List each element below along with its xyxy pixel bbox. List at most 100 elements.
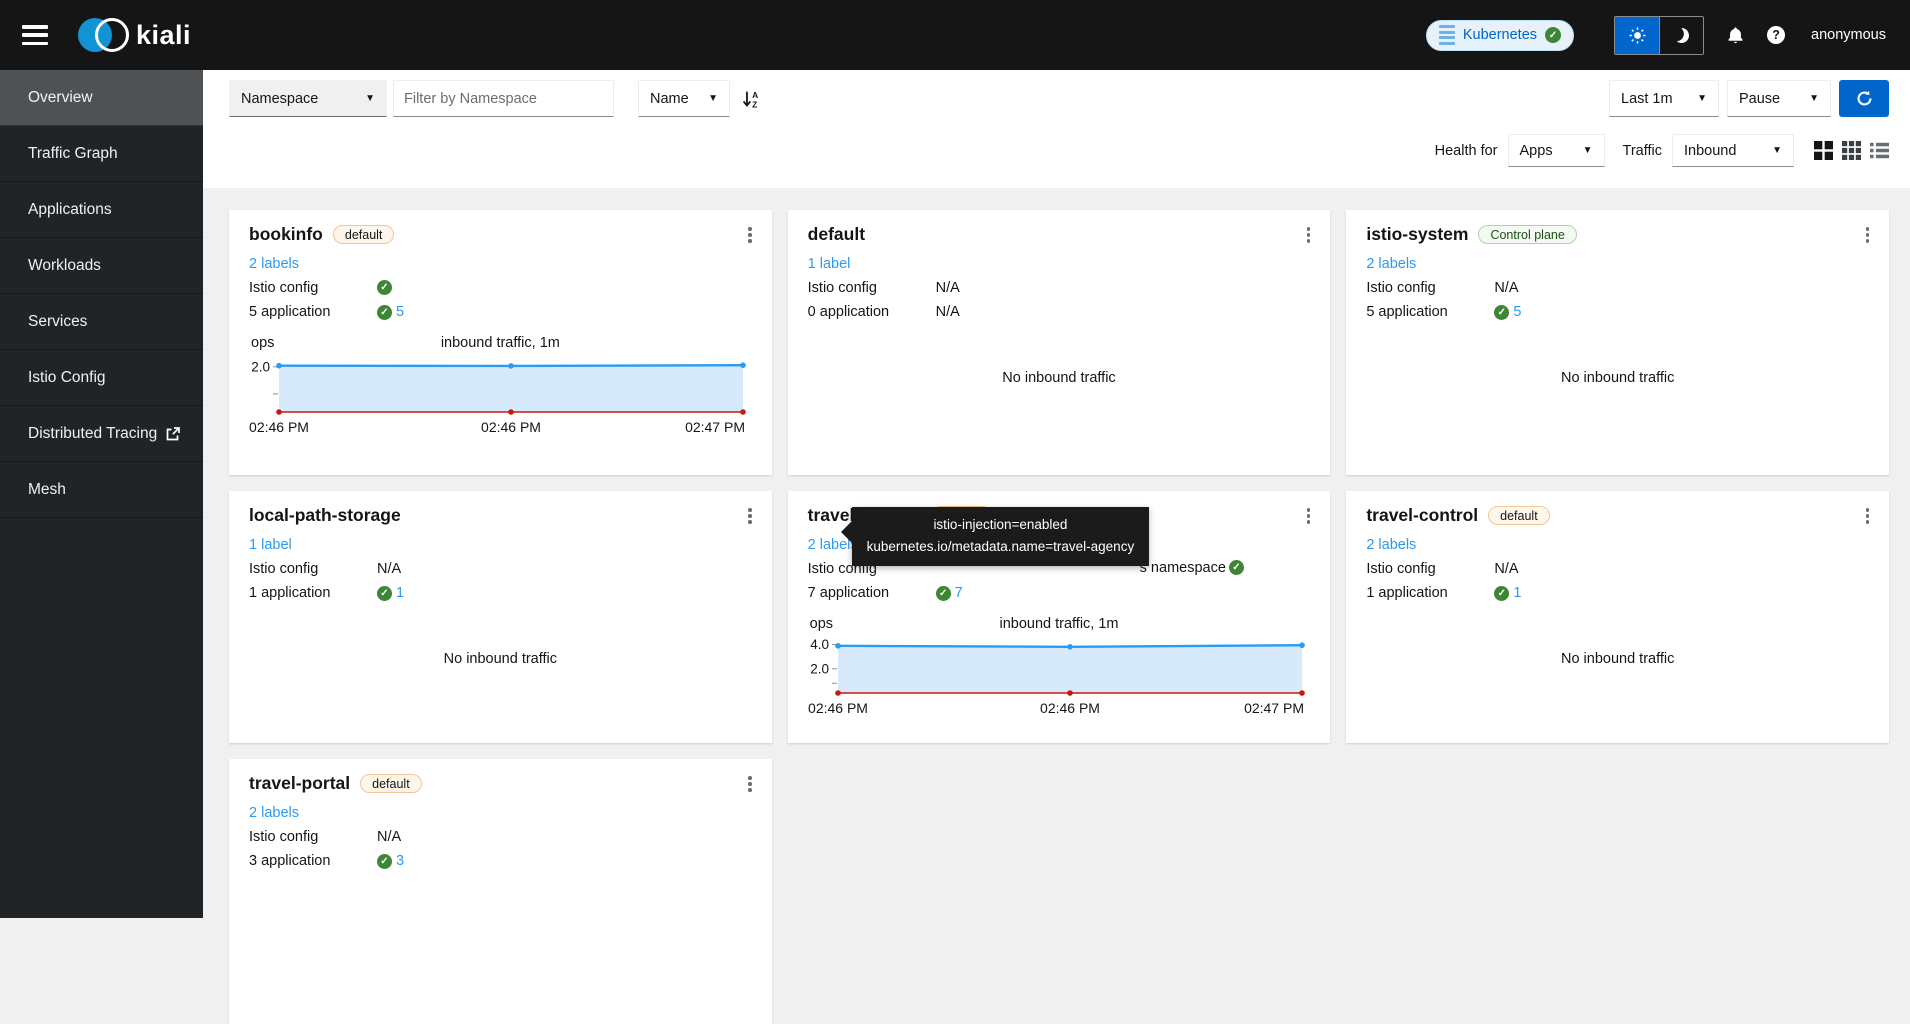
applications-label: 1 application — [1366, 585, 1494, 601]
applications-status[interactable]: N/A — [936, 304, 960, 320]
sidebar-item-overview[interactable]: Overview — [0, 70, 203, 126]
card-actions-kebab-button[interactable] — [1863, 505, 1873, 527]
kiali-logo: kiali — [78, 16, 191, 54]
compact-view-icon[interactable] — [1842, 141, 1861, 160]
labels-link[interactable]: 1 label — [808, 256, 851, 272]
card-actions-kebab-button[interactable] — [1863, 224, 1873, 246]
svg-text:02:46 PM: 02:46 PM — [808, 700, 868, 716]
card-actions-kebab-button[interactable] — [1304, 505, 1314, 527]
labels-link[interactable]: 1 label — [249, 537, 292, 553]
healthy-check-icon: ✓ — [936, 586, 951, 601]
namespace-filter-input[interactable] — [393, 80, 614, 117]
namespace-name[interactable]: travel-portal — [249, 773, 350, 794]
svg-text:02:46 PM: 02:46 PM — [481, 419, 541, 435]
applications-label: 7 application — [808, 585, 936, 601]
labels-link[interactable]: 2 labels — [249, 805, 299, 821]
applications-count-link[interactable]: 1 — [1513, 585, 1521, 601]
sidebar-item-istio-config[interactable]: Istio Config — [0, 350, 203, 406]
applications-status[interactable]: ✓5 — [377, 304, 404, 320]
applications-row: 1 application✓1 — [1366, 583, 1869, 603]
labels-link[interactable]: 2 labels — [1366, 537, 1416, 553]
masthead: kiali Kubernetes ✓ — [0, 0, 1910, 70]
applications-status[interactable]: ✓1 — [1494, 585, 1521, 601]
brand-name: kiali — [136, 20, 191, 51]
applications-count-link[interactable]: 7 — [955, 585, 963, 601]
traffic-direction-select[interactable]: Inbound ▼ — [1672, 134, 1794, 167]
istio-config-row: Istio configN/A — [1366, 278, 1869, 298]
istio-config-label: Istio config — [249, 280, 377, 296]
healthy-check-icon: ✓ — [377, 305, 392, 320]
sidebar-item-traffic-graph[interactable]: Traffic Graph — [0, 126, 203, 182]
sidebar-item-mesh[interactable]: Mesh — [0, 462, 203, 518]
sort-alpha-down-icon: A Z — [742, 90, 760, 108]
istio-config-status: N/A — [1494, 280, 1518, 296]
labels-link[interactable]: 2 labels — [249, 256, 299, 272]
applications-status[interactable]: ✓3 — [377, 853, 404, 869]
labels-tooltip: istio-injection=enabledkubernetes.io/met… — [852, 507, 1150, 566]
card-actions-kebab-button[interactable] — [745, 773, 755, 795]
health-for-value: Apps — [1520, 143, 1553, 159]
list-view-icon[interactable] — [1870, 141, 1889, 160]
istio-config-status: N/A — [377, 829, 401, 845]
namespace-name[interactable]: travel-control — [1366, 505, 1478, 526]
applications-label: 1 application — [249, 585, 377, 601]
applications-label: 5 application — [249, 304, 377, 320]
applications-count-link[interactable]: 3 — [396, 853, 404, 869]
health-for-select[interactable]: Apps ▼ — [1508, 134, 1605, 167]
duration-select[interactable]: Last 1m ▼ — [1609, 80, 1719, 117]
applications-status[interactable]: ✓7 — [936, 585, 963, 601]
chevron-down-icon: ▼ — [1772, 145, 1782, 156]
istio-config-status[interactable]: ✓ — [377, 280, 392, 295]
sidebar-item-label: Distributed Tracing — [28, 425, 157, 443]
sidebar-item-applications[interactable]: Applications — [0, 182, 203, 238]
help-icon: ? — [1767, 26, 1785, 44]
istio-config-label: Istio config — [1366, 561, 1494, 577]
applications-count-link[interactable]: 5 — [1513, 304, 1521, 320]
dark-theme-button[interactable] — [1659, 17, 1703, 54]
sidebar-item-distributed-tracing[interactable]: Distributed Tracing — [0, 406, 203, 462]
nav-toggle-button[interactable] — [22, 25, 48, 45]
card-actions-kebab-button[interactable] — [745, 224, 755, 246]
expanded-view-icon[interactable] — [1814, 141, 1833, 160]
chevron-down-icon: ▼ — [1809, 93, 1819, 104]
namespace-name[interactable]: local-path-storage — [249, 505, 401, 526]
refresh-button[interactable] — [1839, 80, 1889, 117]
sidebar-item-services[interactable]: Services — [0, 294, 203, 350]
istio-config-status: N/A — [936, 280, 960, 296]
applications-row: 5 application✓5 — [1366, 302, 1869, 322]
filter-type-select[interactable]: Namespace ▼ — [229, 80, 387, 117]
sun-icon — [1629, 27, 1646, 44]
light-theme-button[interactable] — [1615, 17, 1659, 54]
chart-title: inbound traffic, 1m — [808, 616, 1311, 632]
namespace-card-bookinfo: bookinfodefault2 labelsIstio config✓5 ap… — [229, 210, 772, 475]
applications-row: 7 application✓7 — [808, 583, 1311, 603]
svg-text:A: A — [752, 90, 758, 100]
labels-link[interactable]: 2 labels — [1366, 256, 1416, 272]
refresh-interval-select[interactable]: Pause ▼ — [1727, 80, 1831, 117]
applications-row: 5 application✓5 — [249, 302, 752, 322]
applications-status[interactable]: ✓1 — [377, 585, 404, 601]
namespace-name[interactable]: default — [808, 224, 865, 245]
cluster-badge[interactable]: Kubernetes ✓ — [1426, 20, 1574, 51]
namespace-type-badge: default — [360, 774, 422, 793]
istio-config-row: Istio configN/A — [1366, 559, 1869, 579]
kubernetes-icon — [1439, 25, 1455, 45]
card-actions-kebab-button[interactable] — [1304, 224, 1314, 246]
namespace-name[interactable]: bookinfo — [249, 224, 323, 245]
namespace-name[interactable]: istio-system — [1366, 224, 1468, 245]
applications-count-link[interactable]: 1 — [396, 585, 404, 601]
chevron-down-icon: ▼ — [1583, 145, 1593, 156]
notifications-button[interactable] — [1726, 26, 1745, 45]
chevron-down-icon: ▼ — [365, 93, 375, 104]
help-button[interactable]: ? — [1767, 26, 1785, 44]
sort-by-select[interactable]: Name ▼ — [638, 80, 730, 117]
applications-status[interactable]: ✓5 — [1494, 304, 1521, 320]
namespace-card-istio-system: istio-systemControl plane2 labelsIstio c… — [1346, 210, 1889, 475]
card-actions-kebab-button[interactable] — [745, 505, 755, 527]
kiali-logo-icon — [78, 16, 134, 54]
healthy-check-icon: ✓ — [377, 586, 392, 601]
sidebar-item-workloads[interactable]: Workloads — [0, 238, 203, 294]
sort-order-button[interactable]: A Z — [742, 90, 760, 108]
istio-config-label: Istio config — [249, 561, 377, 577]
applications-count-link[interactable]: 5 — [396, 304, 404, 320]
